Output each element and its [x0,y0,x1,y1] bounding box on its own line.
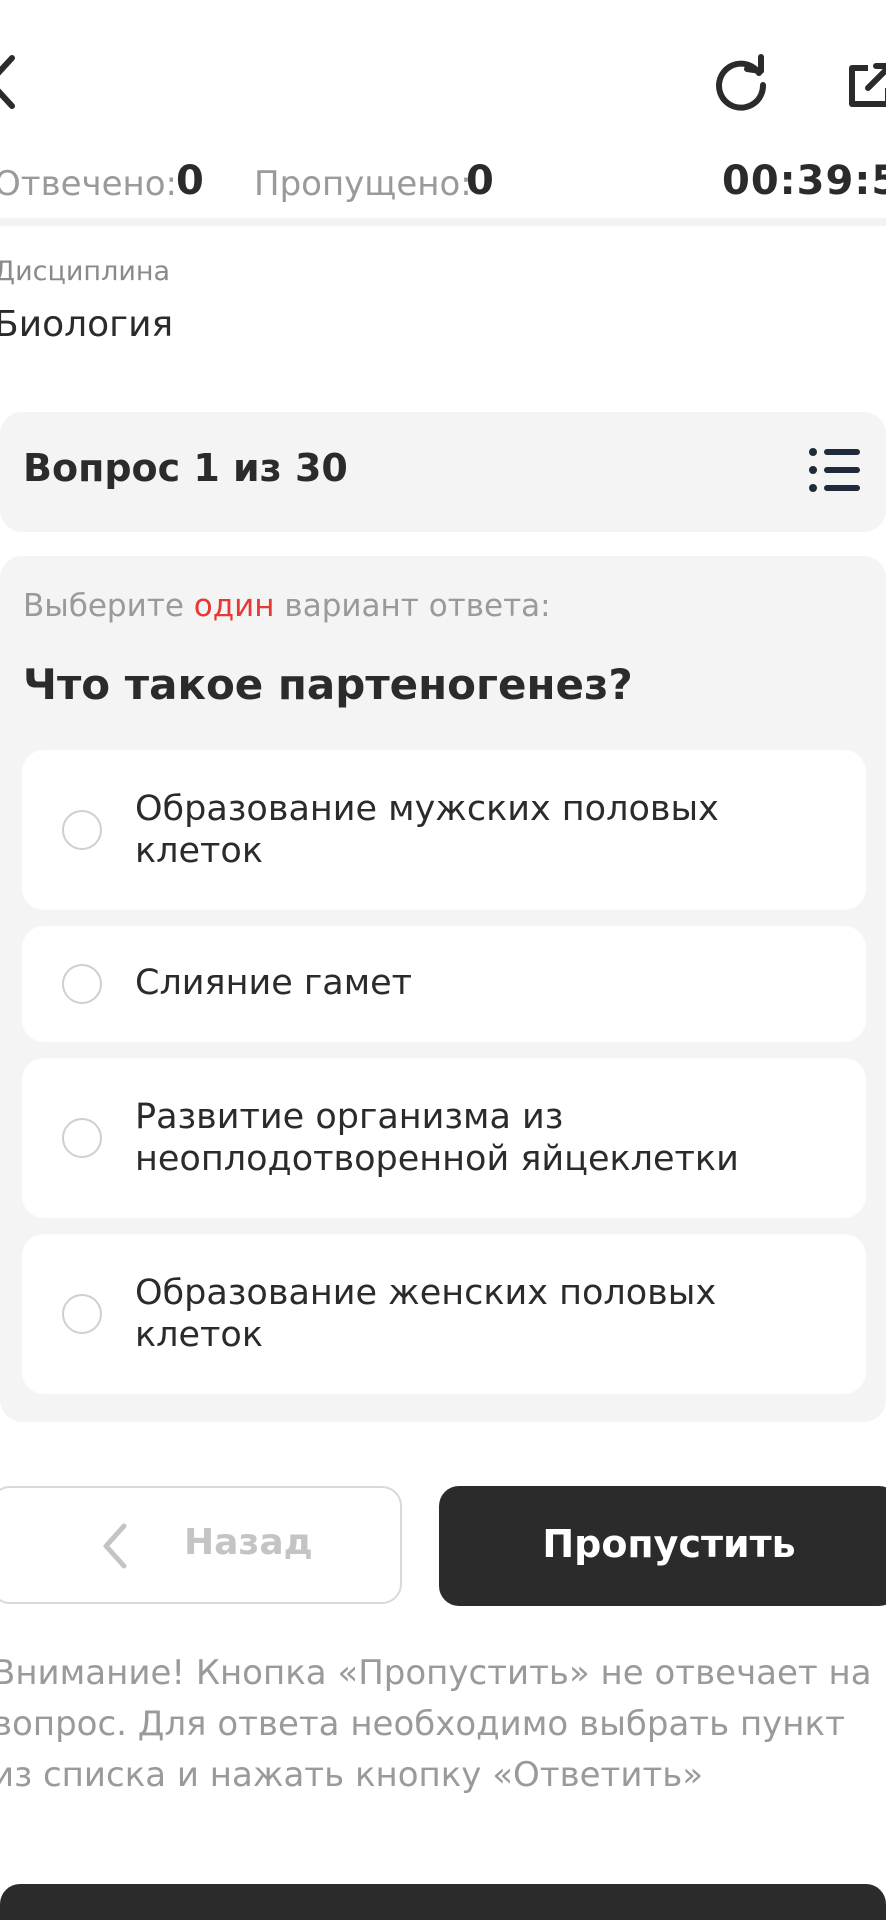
question-list-icon[interactable] [808,447,862,493]
back-button[interactable]: Назад [0,1486,402,1604]
answered-count: 0 [176,158,204,204]
instruction-accent: один [193,588,275,624]
skip-button[interactable]: Пропустить [439,1486,886,1606]
radio-button[interactable] [62,964,102,1004]
radio-button[interactable] [62,1118,102,1158]
answered-label: Отвечено: [0,164,178,204]
skipped-count: 0 [466,158,494,204]
discipline-label: Дисциплина [0,256,171,287]
answer-option[interactable]: Слияние гамет [22,926,866,1042]
answer-option[interactable]: Развитие организма из неоплодотворенной … [22,1058,866,1218]
chevron-left-icon [103,1523,127,1569]
question-text: Что такое партеногенез? [23,660,633,709]
timer: 00:39:55 [722,158,886,204]
answer-button[interactable] [0,1884,886,1920]
instruction-text-end: вариант ответа: [274,588,551,624]
skip-notice: Внимание! Кнопка «Пропустить» не отвечае… [0,1653,872,1795]
skip-button-label: Пропустить [542,1522,796,1566]
radio-button[interactable] [62,1294,102,1334]
discipline-value: Биология [0,304,174,345]
radio-button[interactable] [62,810,102,850]
top-bar [0,0,886,150]
answer-option[interactable]: Образование мужских половых клеток [22,750,866,910]
question-header: Вопрос 1 из 30 [0,412,886,532]
answer-option-label: Слияние гамет [135,963,413,1003]
skipped-label: Пропущено: [254,164,472,204]
answer-option-label: Образование женских половых клеток [135,1273,717,1355]
external-link-icon[interactable] [846,60,886,110]
divider [0,218,886,226]
answer-option-label: Образование мужских половых клеток [135,789,719,871]
instruction: Выберите один вариант ответа: [23,588,551,624]
stats-row: Отвечено: 0 Пропущено: 0 00:39:55 [0,150,886,220]
answer-option[interactable]: Образование женских половых клеток [22,1234,866,1394]
instruction-text: Выберите [23,588,194,624]
answer-option-label: Развитие организма из неоплодотворенной … [135,1097,739,1179]
reload-icon[interactable] [711,51,771,111]
question-counter: Вопрос 1 из 30 [23,446,348,490]
back-button-label: Назад [184,1522,313,1563]
chevron-left-icon[interactable] [0,52,22,112]
